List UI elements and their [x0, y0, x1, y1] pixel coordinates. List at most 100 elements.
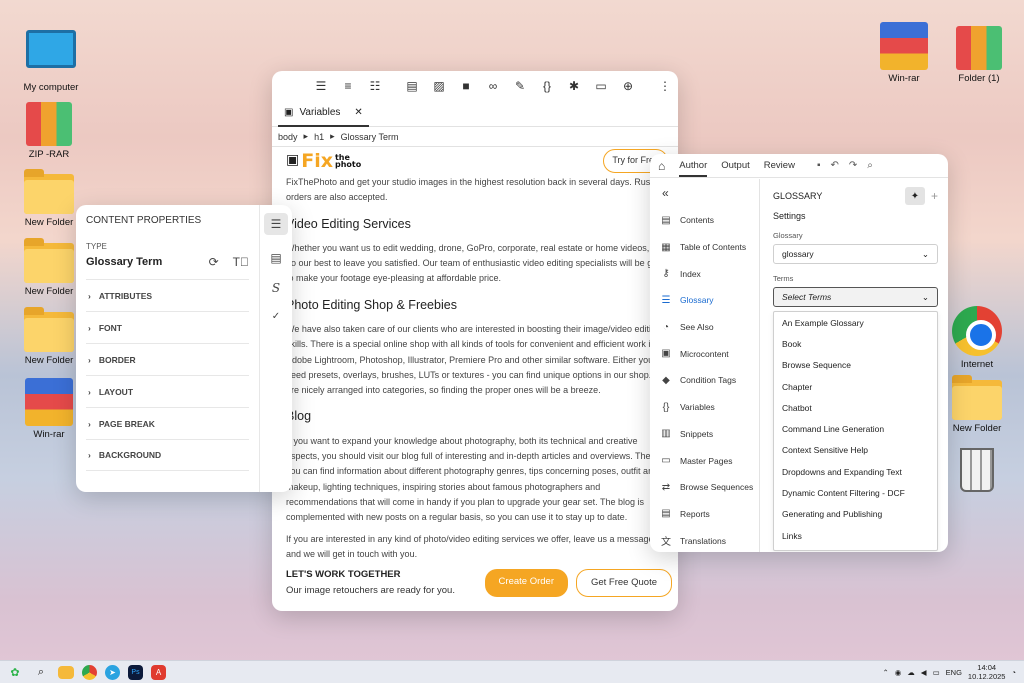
- variables-icon: {}: [662, 401, 670, 413]
- nav-translations[interactable]: 文 Translations: [650, 527, 759, 552]
- variable-icon[interactable]: {}: [540, 79, 554, 93]
- terms-option[interactable]: Dropdowns and Expanding Text: [774, 461, 937, 482]
- language-indicator[interactable]: ENG: [946, 668, 962, 677]
- clock[interactable]: 14:04 10.12.2025: [968, 663, 1006, 681]
- magic-wand-icon[interactable]: ✦: [904, 187, 925, 205]
- nav-browse-sequences[interactable]: ⇄ Browse Sequences: [650, 474, 759, 501]
- column-icon[interactable]: ⋮: [658, 79, 672, 93]
- nav-master-pages[interactable]: ▭ Master Pages: [650, 447, 759, 474]
- terms-option[interactable]: Links: [774, 525, 937, 546]
- eraser-icon[interactable]: ✎: [513, 79, 527, 93]
- find-replace-icon[interactable]: ⌕: [867, 160, 873, 171]
- section-border[interactable]: › BORDER: [86, 343, 249, 375]
- terms-option[interactable]: Browse Sequence: [774, 355, 937, 376]
- start-icon[interactable]: ✿: [6, 663, 24, 681]
- breadcrumb-item[interactable]: h1: [314, 132, 324, 142]
- close-icon[interactable]: ✕: [354, 107, 362, 118]
- home-icon[interactable]: ⌂: [658, 159, 665, 173]
- desktop-icon-win-rar[interactable]: Win-rar: [14, 378, 84, 440]
- image-icon[interactable]: ▨: [432, 79, 446, 93]
- nav-glossary[interactable]: ☰ Glossary: [650, 287, 759, 314]
- tab-variables[interactable]: ▣ Variables ✕: [278, 101, 369, 127]
- nav-index[interactable]: ⚷ Index: [650, 260, 759, 287]
- terms-option[interactable]: Chapter: [774, 376, 937, 397]
- desktop-icon-my-computer[interactable]: My computer: [16, 30, 86, 93]
- file-explorer-icon[interactable]: [58, 665, 74, 679]
- undo-icon[interactable]: ↶: [830, 160, 838, 171]
- desktop-icon-zip-rar[interactable]: ZIP -RAR: [14, 102, 84, 160]
- numbered-list-icon[interactable]: ≡: [341, 79, 355, 93]
- add-icon[interactable]: ⊕: [621, 79, 635, 93]
- tab-review[interactable]: Review: [764, 160, 795, 171]
- glossary-select[interactable]: glossary ⌄: [773, 244, 938, 264]
- nav-see-also[interactable]: ◔ See Also: [650, 314, 759, 341]
- terms-option[interactable]: Book: [774, 333, 937, 354]
- breadcrumb-item[interactable]: body: [278, 132, 298, 142]
- collapse-icon[interactable]: «: [650, 179, 759, 207]
- refresh-icon[interactable]: ⟳: [209, 255, 219, 269]
- create-order-button[interactable]: Create Order: [484, 568, 568, 597]
- desktop-icon-win-rar-right[interactable]: Win-rar: [869, 22, 939, 84]
- breadcrumb-item[interactable]: Glossary Term: [341, 132, 399, 142]
- editor-content[interactable]: ▣ Fix the photo Try for Free FixThePhoto …: [272, 147, 678, 611]
- insert-snippet-icon[interactable]: ▤: [405, 79, 419, 93]
- page-settings-icon[interactable]: ▤: [270, 251, 281, 265]
- search-icon[interactable]: ⌕: [32, 663, 50, 681]
- nav-reports[interactable]: ▤ Reports: [650, 501, 759, 528]
- chevron-up-icon[interactable]: ⌃: [882, 668, 888, 677]
- nav-contents[interactable]: ▤ Contents: [650, 207, 759, 234]
- clear-format-icon[interactable]: T⃠: [233, 255, 249, 269]
- section-layout[interactable]: › LAYOUT: [86, 375, 249, 407]
- desktop-icon-folder-1[interactable]: Folder (1): [944, 26, 1014, 84]
- terms-option[interactable]: Chatbot: [774, 397, 937, 418]
- nav-table-of-contents[interactable]: ▦ Table of Contents: [650, 234, 759, 261]
- redo-icon[interactable]: ↷: [849, 160, 857, 171]
- section-background[interactable]: › BACKGROUND: [86, 439, 249, 471]
- table-icon[interactable]: ▭: [594, 79, 608, 93]
- bulleted-list-icon[interactable]: ☰: [314, 79, 328, 93]
- terms-option[interactable]: An Example Glossary: [774, 312, 937, 333]
- save-icon[interactable]: ▪: [817, 160, 821, 171]
- spellcheck-icon[interactable]: ✓: [272, 311, 280, 322]
- desktop-icon-new-folder-2[interactable]: New Folder: [14, 238, 84, 297]
- desktop-icon-internet[interactable]: Internet: [942, 306, 1012, 370]
- section-page-break[interactable]: › PAGE BREAK: [86, 407, 249, 439]
- video-icon[interactable]: ■: [459, 79, 473, 93]
- notifications-icon[interactable]: ◔: [1011, 668, 1016, 677]
- get-free-quote-button[interactable]: Get Free Quote: [575, 568, 672, 597]
- speaker-icon[interactable]: ◀: [921, 668, 927, 677]
- asterisk-icon[interactable]: ✱: [567, 79, 581, 93]
- multilevel-list-icon[interactable]: ☷: [368, 79, 382, 93]
- network-icon[interactable]: ◉: [895, 668, 902, 677]
- desktop-icon-new-folder-right[interactable]: New Folder: [942, 375, 1012, 434]
- style-icon[interactable]: S: [272, 281, 280, 295]
- nav-condition-tags[interactable]: ◆ Condition Tags: [650, 367, 759, 394]
- sliders-icon[interactable]: ☰: [264, 213, 288, 235]
- terms-option[interactable]: Generating and Publishing: [774, 504, 937, 525]
- desktop-icon-new-folder-1[interactable]: New Folder: [14, 169, 84, 228]
- nav-label: Index: [680, 268, 701, 279]
- tab-output[interactable]: Output: [721, 160, 750, 171]
- terms-option[interactable]: Dynamic Content Filtering - DCF: [774, 482, 937, 503]
- section-attributes[interactable]: › ATTRIBUTES: [86, 279, 249, 311]
- nav-variables[interactable]: {} Variables: [650, 394, 759, 421]
- desktop-icon-new-folder-3[interactable]: New Folder: [14, 307, 84, 366]
- terms-option[interactable]: Command Line Generation: [774, 418, 937, 439]
- nav-snippets[interactable]: ▥ Snippets: [650, 421, 759, 448]
- link-icon[interactable]: ∞: [486, 79, 500, 93]
- chrome-icon[interactable]: [82, 664, 97, 680]
- desktop-icon-recycle-bin[interactable]: [942, 448, 1012, 495]
- terms-option[interactable]: Context Sensitive Help: [774, 440, 937, 461]
- tab-author[interactable]: Author: [679, 154, 708, 177]
- telegram-icon[interactable]: ➤: [105, 664, 120, 680]
- battery-icon[interactable]: ▭: [933, 668, 940, 677]
- tag-icon: ◆: [662, 374, 670, 386]
- onedrive-icon[interactable]: ☁: [907, 668, 915, 677]
- section-font[interactable]: › FONT: [86, 311, 249, 343]
- terms-select[interactable]: Select Terms ⌄: [773, 287, 938, 307]
- acrobat-icon[interactable]: A: [151, 664, 166, 680]
- icon-label: Internet: [960, 359, 994, 370]
- add-icon[interactable]: +: [931, 189, 938, 203]
- nav-microcontent[interactable]: ▣ Microcontent: [650, 340, 759, 367]
- photoshop-icon[interactable]: Ps: [128, 664, 143, 680]
